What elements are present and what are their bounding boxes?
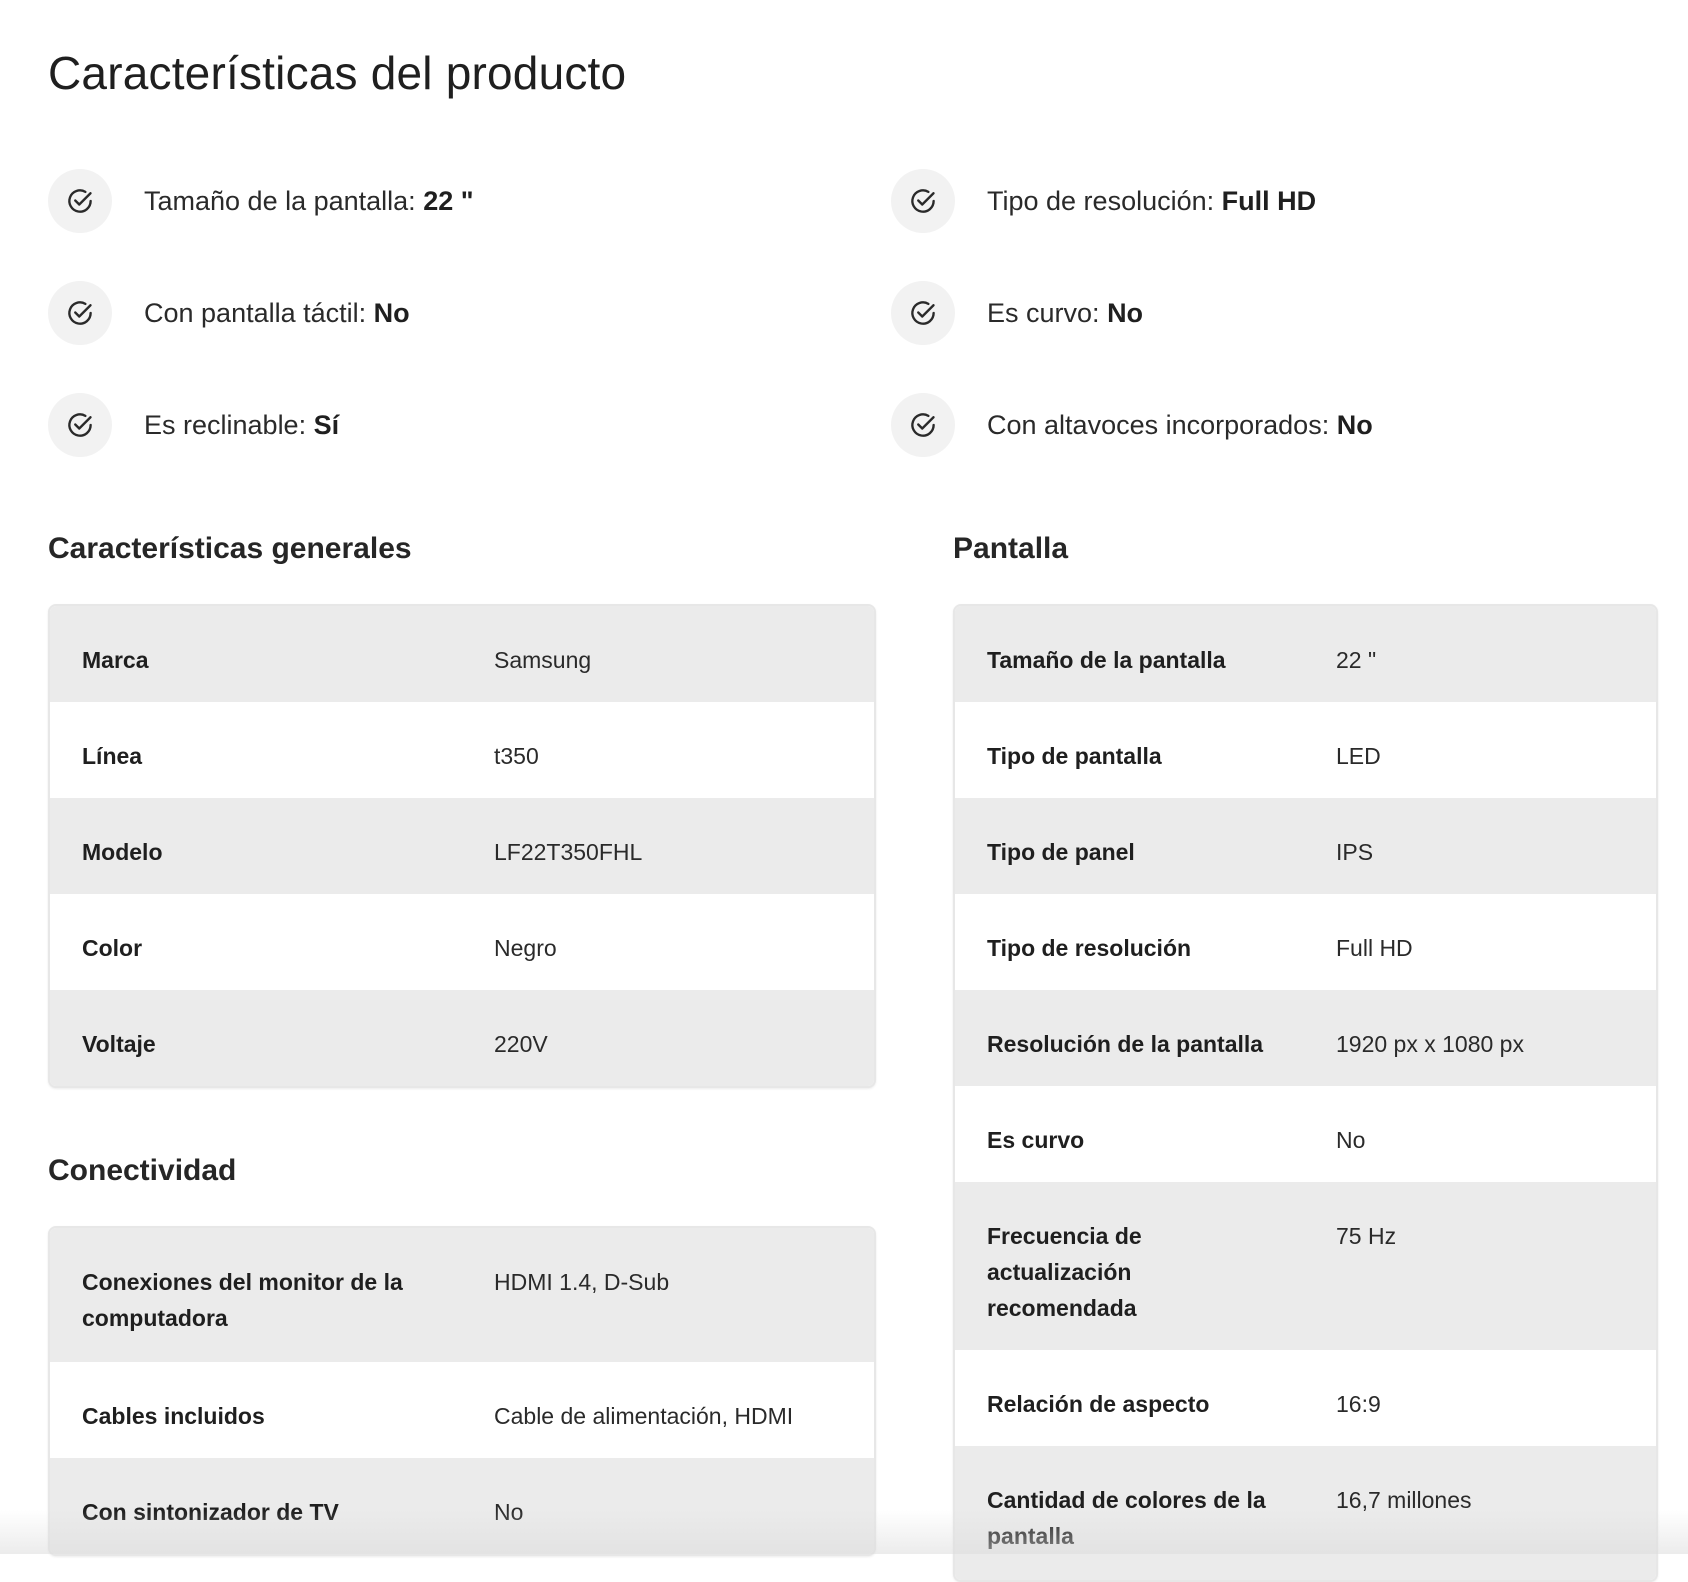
spec-value: LED [1336,743,1381,769]
spec-value: 16,7 millones [1336,1487,1472,1513]
highlight-item: Con pantalla táctil: No [48,280,891,346]
spec-label: Tipo de panel [987,839,1135,865]
table-row: Modelo LF22T350FHL [50,798,874,894]
highlight-item: Es reclinable: Sí [48,392,891,458]
spec-label: Resolución de la pantalla [987,1031,1264,1057]
highlight-value: No [373,297,410,328]
spec-value: HDMI 1.4, D-Sub [494,1269,670,1295]
highlight-value: Full HD [1221,185,1317,216]
check-circle-icon [48,169,112,233]
table-row: Resolución de la pantalla 1920 px x 1080… [955,990,1656,1086]
table-row: Cantidad de colores de la pantalla 16,7 … [955,1446,1656,1580]
table-row: Voltaje 220V [50,990,874,1086]
spec-label: Conexiones del monitor de la computadora [82,1269,403,1331]
spec-label: Tamaño de la pantalla [987,647,1226,673]
highlight-label: Es reclinable: [144,409,307,440]
spec-label: Es curvo [987,1127,1085,1153]
table-row: Cables incluidos Cable de alimentación, … [50,1362,874,1458]
spec-value: 1920 px x 1080 px [1336,1031,1524,1057]
highlight-label: Tamaño de la pantalla: [144,185,416,216]
table-row: Es curvo No [955,1086,1656,1182]
highlight-item: Tipo de resolución: Full HD [891,168,1651,234]
check-circle-icon [891,281,955,345]
spec-table-pantalla: Tamaño de la pantalla 22 " Tipo de panta… [953,604,1658,1582]
spec-value: No [494,1499,524,1525]
spec-value: t350 [494,743,539,769]
table-row: Línea t350 [50,702,874,798]
highlight-text: Es reclinable: Sí [144,410,339,441]
spec-value: Cable de alimentación, HDMI [494,1403,794,1429]
highlight-text: Es curvo: No [987,298,1143,329]
spec-label: Modelo [82,839,163,865]
table-row: Tamaño de la pantalla 22 " [955,606,1656,702]
spec-label: Relación de aspecto [987,1391,1210,1417]
table-row: Marca Samsung [50,606,874,702]
table-row: Frecuencia de actualización recomendada … [955,1182,1656,1350]
check-circle-icon [891,169,955,233]
spec-label: Con sintonizador de TV [82,1499,339,1525]
highlight-item: Con altavoces incorporados: No [891,392,1651,458]
spec-value: No [1336,1127,1366,1153]
section-title-pantalla: Pantalla [953,532,1069,565]
spec-label: Cables incluidos [82,1403,265,1429]
table-row: Relación de aspecto 16:9 [955,1350,1656,1446]
highlight-label: Es curvo: [987,297,1100,328]
spec-value: Full HD [1336,935,1413,961]
spec-value: 22 " [1336,647,1377,673]
highlight-item: Es curvo: No [891,280,1651,346]
highlight-label: Con altavoces incorporados: [987,409,1330,440]
table-row: Con sintonizador de TV No [50,1458,874,1554]
spec-label: Tipo de pantalla [987,743,1162,769]
spec-table-general: Marca Samsung Línea t350 Modelo LF22T350… [48,604,876,1088]
highlight-value: Sí [313,409,340,440]
spec-label: Marca [82,647,149,673]
spec-value: Samsung [494,647,592,673]
spec-label: Color [82,935,143,961]
spec-value: LF22T350FHL [494,839,643,865]
spec-label: Cantidad de colores de la pantalla [987,1487,1266,1549]
check-circle-icon [48,281,112,345]
highlight-label: Con pantalla táctil: [144,297,367,328]
spec-label: Voltaje [82,1031,156,1057]
page-title: Características del producto [48,47,627,99]
highlight-value: No [1107,297,1144,328]
highlight-text: Tipo de resolución: Full HD [987,186,1316,217]
spec-value: 16:9 [1336,1391,1381,1417]
spec-label: Frecuencia de actualización recomendada [987,1223,1142,1321]
section-title-general: Características generales [48,532,412,565]
section-title-conectividad: Conectividad [48,1154,237,1187]
spec-label: Tipo de resolución [987,935,1192,961]
highlight-label: Tipo de resolución: [987,185,1215,216]
highlight-text: Con altavoces incorporados: No [987,410,1373,441]
table-row: Color Negro [50,894,874,990]
spec-label: Línea [82,743,143,769]
table-row: Tipo de panel IPS [955,798,1656,894]
highlights-grid: Tamaño de la pantalla: 22 " Tipo de reso… [48,168,1648,504]
highlight-value: No [1336,409,1373,440]
highlight-text: Con pantalla táctil: No [144,298,410,329]
highlight-value: 22 " [423,185,474,216]
spec-value: IPS [1336,839,1374,865]
spec-value: Negro [494,935,557,961]
table-row: Tipo de pantalla LED [955,702,1656,798]
spec-value: 75 Hz [1336,1223,1397,1249]
highlight-item: Tamaño de la pantalla: 22 " [48,168,891,234]
check-circle-icon [48,393,112,457]
spec-table-conectividad: Conexiones del monitor de la computadora… [48,1226,876,1556]
table-row: Tipo de resolución Full HD [955,894,1656,990]
highlight-text: Tamaño de la pantalla: 22 " [144,186,474,217]
table-row: Conexiones del monitor de la computadora… [50,1228,874,1362]
check-circle-icon [891,393,955,457]
spec-value: 220V [494,1031,548,1057]
